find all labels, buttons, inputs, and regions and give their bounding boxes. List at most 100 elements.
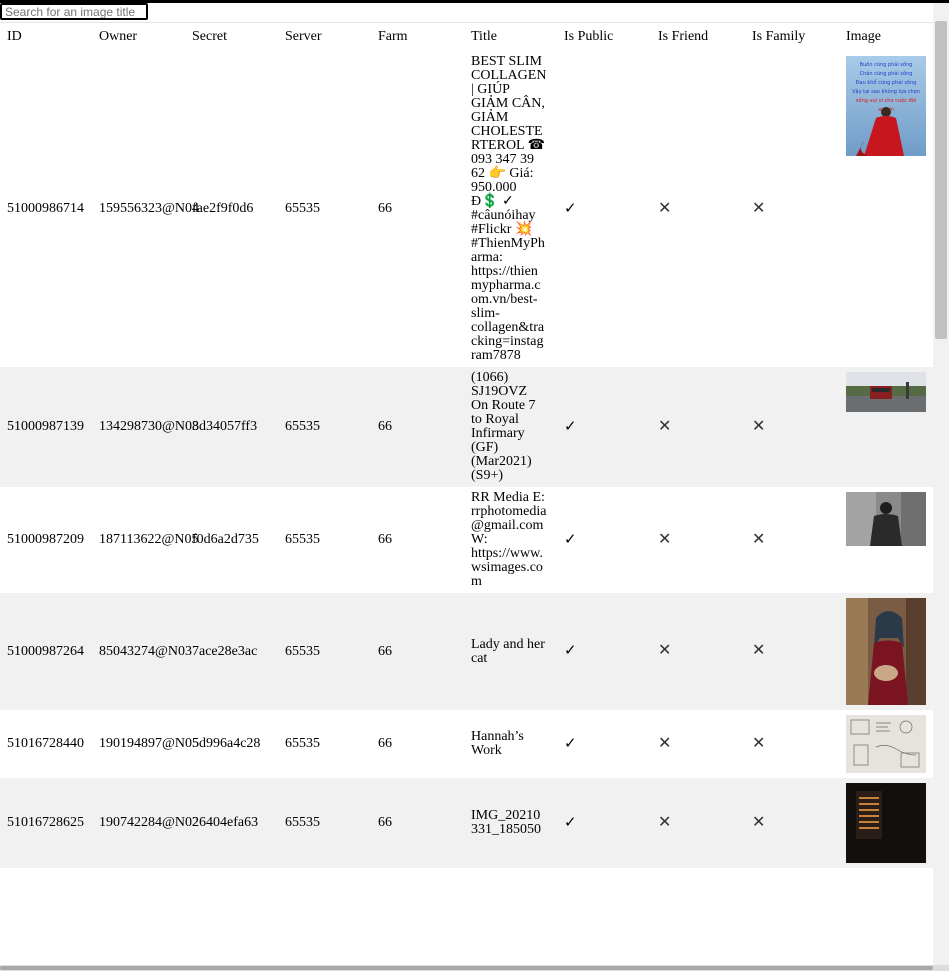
cell-is-public: ✓ [557, 710, 651, 778]
cell-is-friend: ✕ [651, 487, 745, 593]
cell-title: RR Media E: rrphotomedia@gmail.com W: ht… [464, 487, 557, 593]
thumbnail-poster[interactable]: Buồn cũng phải sống Chán cũng phải sống … [846, 56, 926, 156]
thumbnail-dark-window[interactable] [846, 783, 926, 863]
cell-title: Lady and her cat [464, 593, 557, 710]
cell-image [839, 593, 933, 710]
cell-is-family: ✕ [745, 593, 839, 710]
column-header-is-friend: Is Friend [658, 29, 709, 44]
column-header-title: Title [471, 29, 497, 44]
cell-is-family: ✕ [745, 778, 839, 868]
table-row: 51016728625 190742284@N02 26404efa63 655… [0, 778, 933, 868]
horizontal-scrollbar-thumb[interactable] [0, 966, 933, 970]
cell-is-friend: ✕ [651, 778, 745, 868]
table-row: 51000987139 134298730@N03 8d34057ff3 655… [0, 367, 933, 487]
cell-title: (1066) SJ19OVZ On Route 7 to Royal Infir… [464, 367, 557, 487]
poster-line-4: Vậy tại sao không lựa chọn [852, 88, 920, 95]
cell-server: 65535 [285, 736, 320, 751]
cell-title: IMG_20210331_185050 [464, 778, 557, 868]
cross-icon: ✕ [752, 417, 766, 435]
cell-id: 51000987139 [0, 367, 92, 487]
cross-icon: ✕ [752, 199, 766, 217]
cell-farm: 66 [378, 736, 392, 751]
cross-icon: ✕ [752, 530, 766, 548]
cell-is-friend: ✕ [651, 593, 745, 710]
title-text: (1066) SJ19OVZ On Route 7 to Royal Infir… [471, 370, 536, 483]
table-row: 51000987209 187113622@N05 f0d6a2d735 655… [0, 487, 933, 593]
cell-secret: 5d996a4c28 [192, 736, 261, 751]
search-input[interactable] [0, 3, 148, 20]
cell-farm: 66 [378, 532, 392, 547]
column-header-secret: Secret [192, 29, 227, 44]
cell-id: 51000986714 [7, 201, 84, 216]
cell-image [839, 367, 933, 487]
cross-icon: ✕ [658, 642, 672, 659]
cell-secret: 26404efa63 [185, 778, 278, 868]
check-icon: ✓ [564, 643, 577, 659]
cell-is-public: ✓ [557, 778, 651, 868]
cell-is-public: ✓ [557, 367, 651, 487]
thumbnail-doll[interactable] [846, 598, 926, 705]
cell-server: 65535 [278, 593, 371, 710]
cell-title: Hannah’s Work [464, 710, 557, 778]
horizontal-scrollbar[interactable] [0, 965, 949, 971]
cross-icon: ✕ [658, 417, 672, 435]
check-icon: ✓ [564, 418, 577, 435]
poster-line-3: Đau khổ cũng phải sống [856, 79, 917, 86]
column-header-id: ID [7, 29, 22, 44]
cell-secret: fae2f9f0d6 [192, 201, 254, 216]
cell-owner: 187113622@N05 [99, 532, 199, 547]
cell-server: 65535 [285, 532, 320, 547]
check-icon: ✓ [564, 531, 577, 548]
cell-secret: 8d34057ff3 [185, 367, 278, 487]
cell-is-public: ✓ [557, 487, 651, 593]
cell-image [839, 487, 933, 593]
page-viewport: ID Owner Secret Server Farm Title Is Pub… [0, 3, 933, 965]
vertical-scrollbar-thumb[interactable] [935, 21, 947, 339]
cell-is-public: ✓ [557, 51, 651, 367]
check-icon: ✓ [564, 735, 577, 752]
column-header-image: Image [846, 29, 881, 44]
cell-is-friend: ✕ [651, 710, 745, 778]
cell-secret: f0d6a2d735 [192, 532, 259, 547]
cell-owner: 134298730@N03 [92, 367, 199, 487]
cell-owner: 85043274@N03 [92, 593, 192, 710]
cross-icon: ✕ [752, 642, 766, 659]
images-table: ID Owner Secret Server Farm Title Is Pub… [0, 25, 933, 868]
column-header-server: Server [285, 29, 322, 44]
table-row: 51000987264 85043274@N03 7ace28e3ac 6553… [0, 593, 933, 710]
table-row: 51016728440 190194897@N05 5d996a4c28 655… [0, 710, 933, 778]
cross-icon: ✕ [658, 734, 672, 752]
cell-is-friend: ✕ [651, 51, 745, 367]
vertical-scrollbar[interactable] [933, 3, 949, 965]
column-header-owner: Owner [99, 29, 138, 44]
cell-farm: 66 [371, 778, 464, 868]
cell-secret: 7ace28e3ac [185, 593, 278, 710]
cell-farm: 66 [371, 593, 464, 710]
cell-server: 65535 [285, 201, 320, 216]
poster-line-5: sống vui vì cho cuộc đời [856, 97, 916, 104]
cross-icon: ✕ [658, 813, 672, 831]
thumbnail-portrait[interactable] [846, 492, 926, 546]
thumbnail-sketch[interactable] [846, 715, 926, 773]
cross-icon: ✕ [658, 530, 672, 548]
cell-id: 51000987264 [0, 593, 92, 710]
check-icon: ✓ [564, 200, 577, 217]
column-header-is-public: Is Public [564, 29, 614, 44]
poster-line-2: Chán cũng phải sống [860, 70, 913, 77]
thumbnail-bus[interactable] [846, 372, 926, 412]
title-text: RR Media E: rrphotomedia@gmail.com W: ht… [471, 490, 547, 589]
cell-image [839, 778, 933, 868]
cell-is-family: ✕ [745, 51, 839, 367]
cell-is-family: ✕ [745, 710, 839, 778]
cell-server: 65535 [278, 778, 371, 868]
cell-is-friend: ✕ [651, 367, 745, 487]
cell-image: Buồn cũng phải sống Chán cũng phải sống … [839, 51, 933, 367]
cell-farm: 66 [378, 201, 392, 216]
cell-server: 65535 [278, 367, 371, 487]
cross-icon: ✕ [658, 199, 672, 217]
cell-owner: 190194897@N05 [99, 736, 200, 751]
column-header-farm: Farm [378, 29, 408, 44]
cell-farm: 66 [371, 367, 464, 487]
title-text: Hannah’s Work [471, 729, 524, 758]
cell-is-family: ✕ [745, 487, 839, 593]
